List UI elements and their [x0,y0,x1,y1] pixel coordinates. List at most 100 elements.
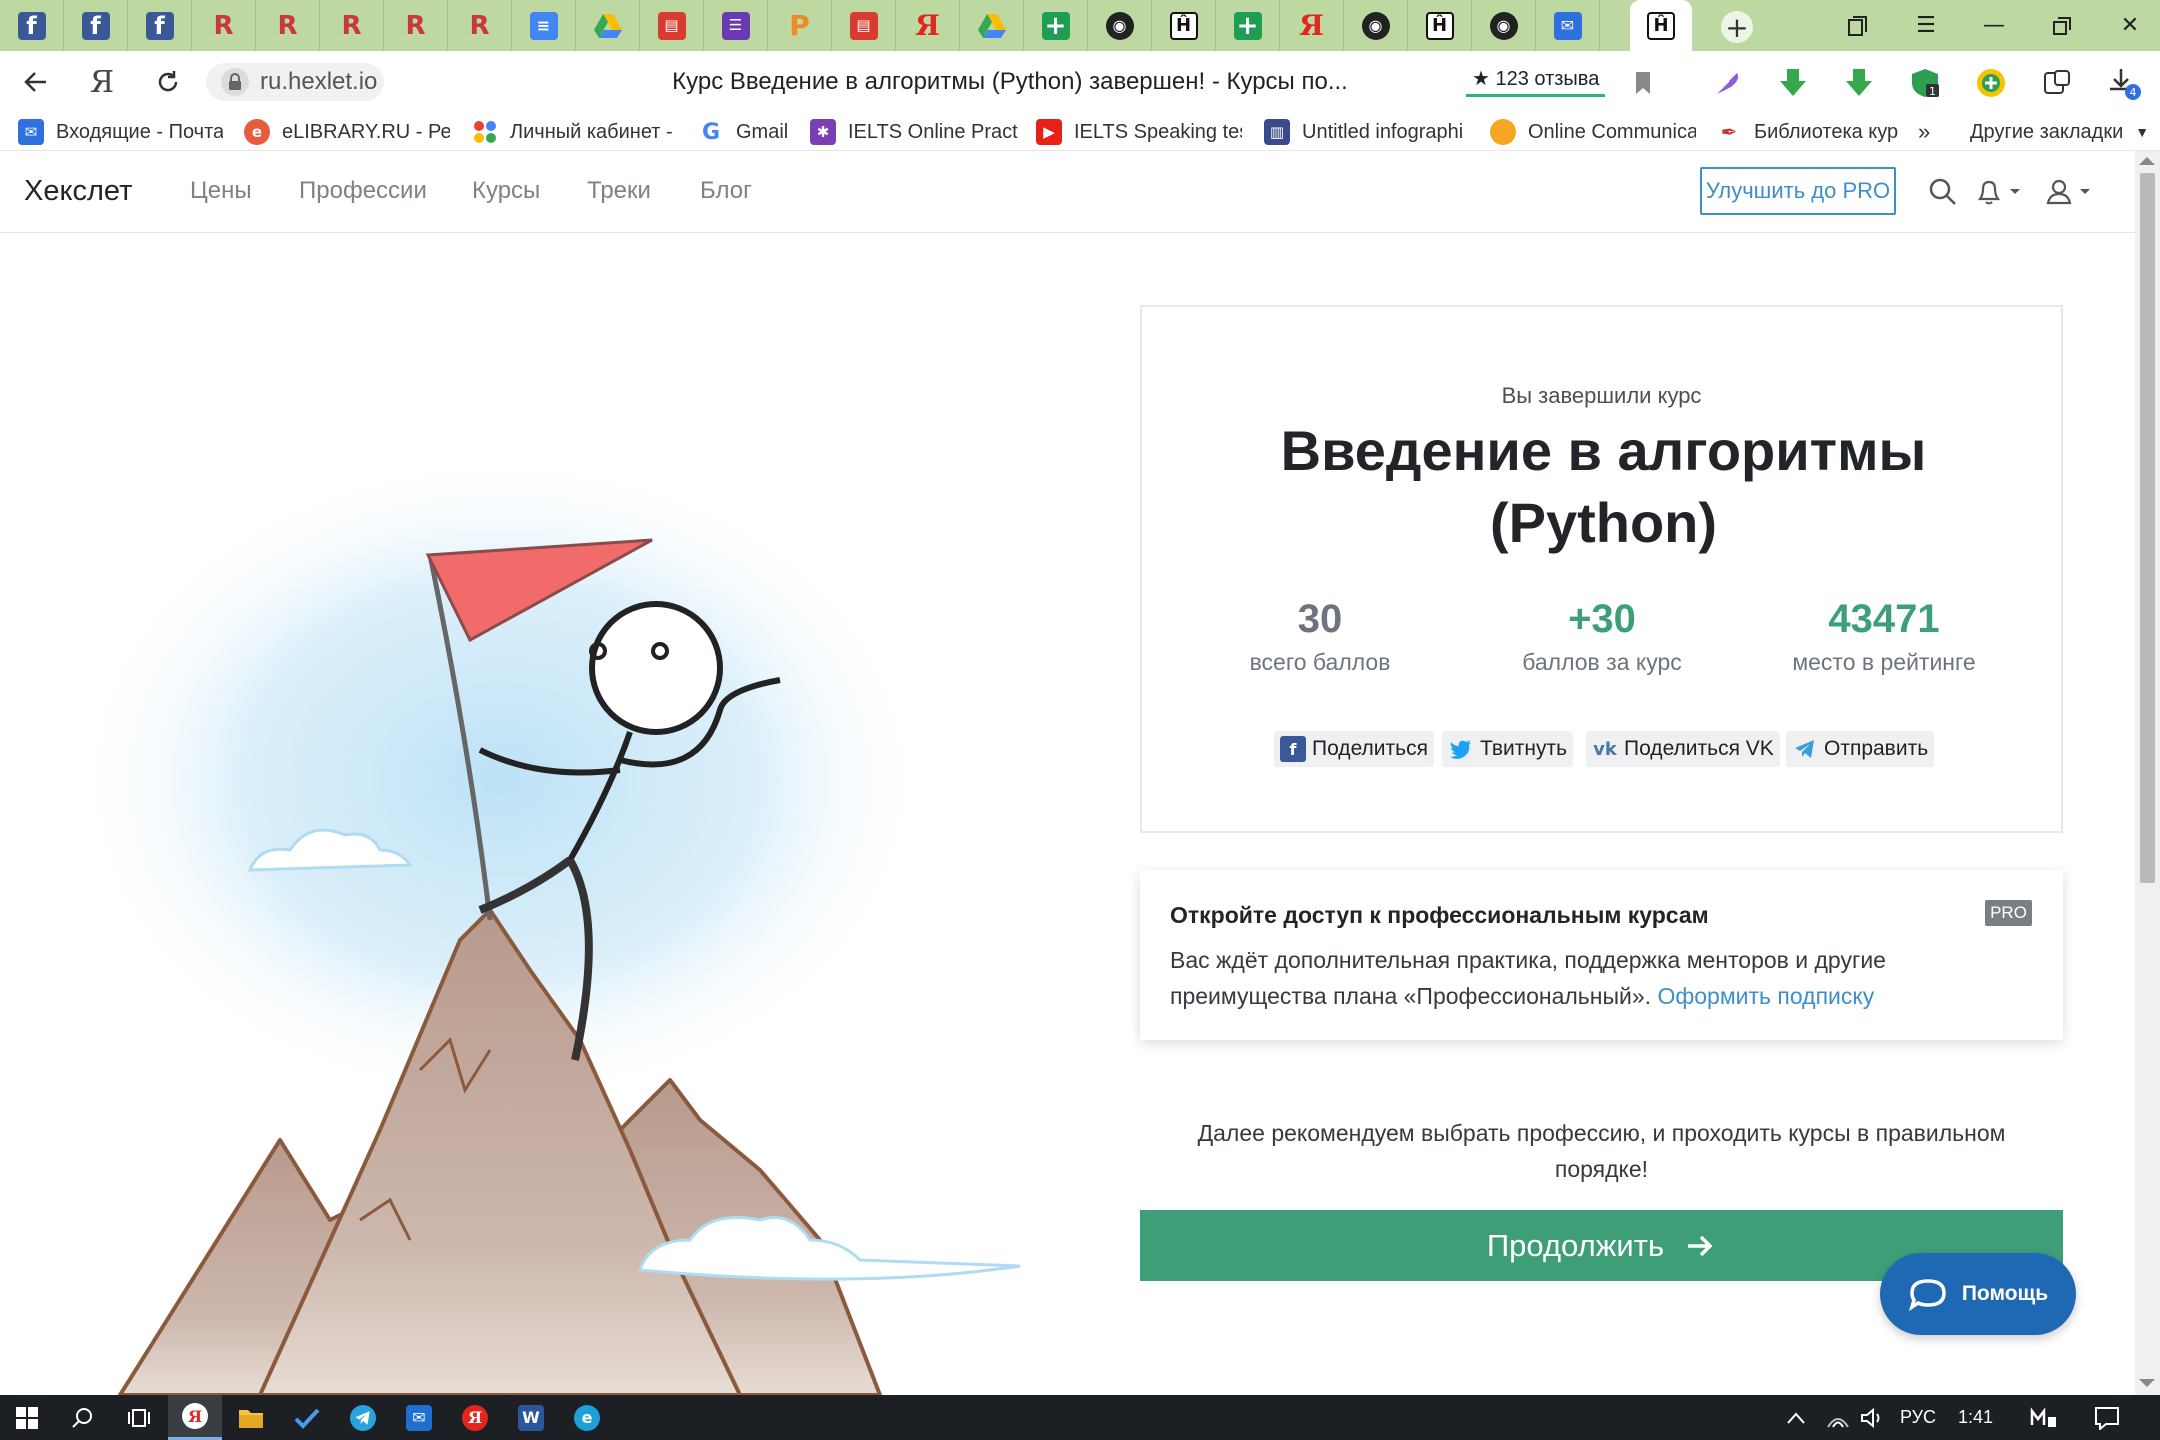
reload-icon[interactable] [150,64,186,100]
bookmark-online-communication[interactable]: Online Communica [1490,115,1696,149]
close-window-icon[interactable]: ✕ [2098,0,2160,51]
search-icon[interactable] [1926,175,1960,209]
telegram-icon[interactable] [336,1395,390,1440]
bookmark-ielts-online[interactable]: ✱ IELTS Online Practic [810,115,1018,149]
nav-tracks[interactable]: Треки [587,177,651,205]
rk-icon: R [277,10,298,41]
plus-extension-icon[interactable] [1972,64,2010,102]
browser-tab[interactable]: ≡ [512,0,576,51]
browser-tab[interactable]: ▤ [832,0,896,51]
wifi-icon[interactable] [1826,1395,1850,1440]
bookmarks-overflow-button[interactable]: » [1918,115,1944,149]
browser-tab[interactable]: ☰ [704,0,768,51]
file-explorer-icon[interactable] [224,1395,278,1440]
p-icon: P [789,8,810,42]
tray-chevron-up-icon[interactable] [1786,1395,1806,1440]
browser-tab[interactable]: + [1216,0,1280,51]
edge-icon[interactable]: e [560,1395,614,1440]
browser-tab[interactable] [960,0,1024,51]
yandex-home-icon[interactable]: Я [84,64,120,100]
mail-icon[interactable]: ✉ [392,1395,446,1440]
scroll-up-arrow-icon[interactable] [2139,157,2155,165]
todo-icon[interactable] [280,1395,334,1440]
stat-course-points-label: баллов за курс [1522,649,1682,675]
input-method-icon[interactable] [2030,1395,2058,1440]
search-icon[interactable] [56,1395,110,1440]
browser-tab[interactable]: ▤ [640,0,704,51]
browser-tab[interactable]: R [192,0,256,51]
tab-groups-icon[interactable] [1826,0,1890,51]
feather-extension-icon[interactable] [1708,64,1746,102]
browser-tab[interactable]: Ĥ [1152,0,1216,51]
minimize-icon[interactable]: — [1962,0,2026,51]
browser-tab[interactable]: f [128,0,192,51]
browser-tab[interactable]: f [0,0,64,51]
nav-professions[interactable]: Профессии [299,177,427,205]
nav-courses[interactable]: Курсы [472,177,540,205]
scroll-down-arrow-icon[interactable] [2139,1379,2155,1387]
task-view-icon[interactable] [112,1395,166,1440]
browser-tab[interactable]: Я [1280,0,1344,51]
scroll-thumb[interactable] [2140,173,2155,883]
reviews-badge[interactable]: ★ 123 отзыва [1466,61,1606,97]
shield-extension-icon[interactable]: 1 [1906,64,1944,102]
bookmark-elibrary[interactable]: e eLIBRARY.RU - Реа [244,115,450,149]
lock-icon [221,68,249,96]
nav-blog[interactable]: Блог [700,177,752,205]
nav-prices[interactable]: Цены [190,177,252,205]
yandex-icon[interactable]: Я [448,1395,502,1440]
clock[interactable]: 1:41 [1958,1395,1993,1440]
browser-menu-icon[interactable]: ☰ [1894,0,1958,51]
bookmark-personal-cabinet[interactable]: Личный кабинет - [472,115,672,149]
site-logo[interactable]: Хекслет [24,175,132,208]
url-field[interactable]: ru.hexlet.io [206,63,384,101]
browser-tab[interactable]: f [64,0,128,51]
browser-tab[interactable]: Я [896,0,960,51]
browser-tab[interactable]: ✉ [1536,0,1600,51]
language-indicator[interactable]: РУС [1900,1395,1936,1440]
sidebar-extension-icon[interactable] [2038,64,2076,102]
browser-tab[interactable]: ◉ [1472,0,1536,51]
browser-tab[interactable]: Ĥ [1408,0,1472,51]
bookmark-inbox[interactable]: ✉ Входящие - Почта [18,115,223,149]
windows-start-icon[interactable] [0,1395,54,1440]
browser-tab[interactable]: P [768,0,832,51]
back-icon[interactable] [18,64,54,100]
other-bookmarks-button[interactable]: Другие закладки ▼ [1970,115,2146,149]
word-icon[interactable]: W [504,1395,558,1440]
stat-rating-place-value: 43471 [1828,597,1940,641]
user-menu-icon[interactable] [2042,175,2098,209]
browser-tab[interactable]: ◉ [1344,0,1408,51]
bookmark-library[interactable]: ✒ Библиотека кур [1716,115,1898,149]
download-arrow-icon-2[interactable] [1840,64,1878,102]
new-tab-button[interactable]: + [1721,11,1753,44]
tab-active-hexlet[interactable]: Ĥ [1630,0,1692,51]
browser-tab[interactable]: R [384,0,448,51]
volume-icon[interactable] [1860,1395,1886,1440]
browser-tab[interactable]: R [448,0,512,51]
browser-tab[interactable]: + [1024,0,1088,51]
share-vk-button[interactable]: vk Поделиться VK [1586,731,1780,767]
upgrade-pro-button[interactable]: Улучшить до PRO [1700,167,1896,215]
downloads-icon[interactable]: 4 [2104,64,2142,102]
bookmark-ielts-speaking[interactable]: ▶ IELTS Speaking test [1036,115,1242,149]
share-telegram-button[interactable]: Отправить [1786,731,1935,767]
download-arrow-icon[interactable] [1774,64,1812,102]
yandex-browser-icon[interactable]: Я [168,1395,222,1440]
subscribe-link[interactable]: Оформить подписку [1657,983,1874,1009]
browser-tab[interactable]: ◉ [1088,0,1152,51]
github-icon: ◉ [1361,11,1390,40]
notifications-bell-icon[interactable] [1972,175,2028,209]
browser-tab[interactable]: R [320,0,384,51]
share-twitter-button[interactable]: Твитнуть [1442,731,1574,767]
bookmark-icon[interactable] [1624,64,1662,102]
browser-tab[interactable]: R [256,0,320,51]
page-scrollbar[interactable] [2135,151,2160,1395]
bookmark-gmail[interactable]: G Gmail [698,115,804,149]
help-chat-button[interactable]: Помощь [1880,1253,2076,1335]
bookmark-infographic[interactable]: ▥ Untitled infographi [1264,115,1470,149]
share-facebook-button[interactable]: f Поделиться [1274,731,1434,767]
notifications-icon[interactable] [2094,1395,2120,1440]
restore-icon[interactable] [2030,0,2094,51]
browser-tab[interactable] [576,0,640,51]
